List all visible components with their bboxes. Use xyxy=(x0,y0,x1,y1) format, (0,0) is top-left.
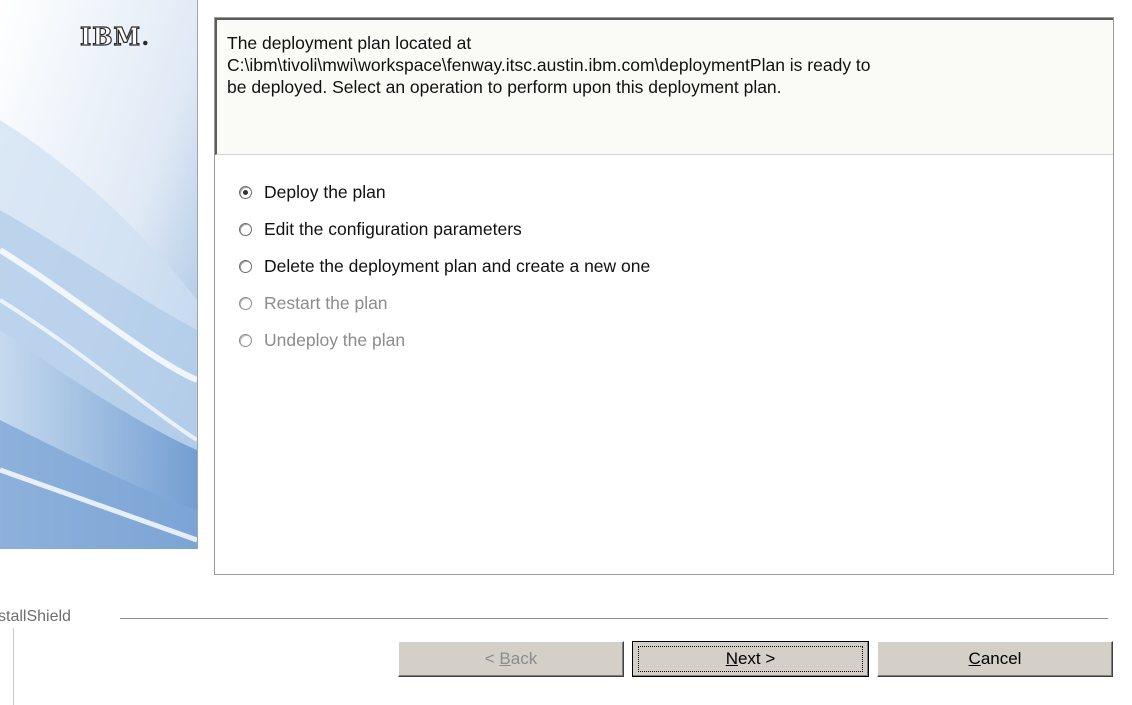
description-line-3: be deployed. Select an operation to perf… xyxy=(227,77,782,97)
option-label: Delete the deployment plan and create a … xyxy=(264,256,651,276)
installer-brand-label: stallShield xyxy=(0,608,77,626)
option-label: Restart the plan xyxy=(264,293,388,313)
option-label: Edit the configuration parameters xyxy=(264,219,522,239)
option-restart: Restart the plan xyxy=(239,285,650,322)
side-banner-graphic xyxy=(0,0,197,549)
next-button[interactable]: Next > xyxy=(632,641,869,677)
radio-button-selected-icon[interactable] xyxy=(239,186,252,199)
description-line-1: The deployment plan located at xyxy=(227,33,472,53)
option-delete-and-create[interactable]: Delete the deployment plan and create a … xyxy=(239,248,650,285)
option-undeploy: Undeploy the plan xyxy=(239,322,650,359)
content-panel: The deployment plan located at C:\ibm\ti… xyxy=(214,17,1114,575)
installer-brand-separator: stallShield xyxy=(0,608,1108,628)
operation-radio-group: Deploy the plan Edit the configuration p… xyxy=(239,174,650,359)
option-label: Undeploy the plan xyxy=(264,330,406,350)
description-line-2: C:\ibm\tivoli\mwi\workspace\fenway.itsc.… xyxy=(227,55,871,75)
cancel-button[interactable]: Cancel xyxy=(877,641,1113,677)
radio-button-disabled-icon xyxy=(239,334,252,347)
divider xyxy=(13,628,14,705)
back-button[interactable]: < Back xyxy=(398,641,624,677)
description-text: The deployment plan located at C:\ibm\ti… xyxy=(215,18,1113,155)
radio-button-disabled-icon xyxy=(239,297,252,310)
radio-button-icon[interactable] xyxy=(239,260,252,273)
separator-line xyxy=(120,618,1108,620)
side-banner: IBM. xyxy=(0,0,198,549)
radio-button-icon[interactable] xyxy=(239,223,252,236)
option-deploy[interactable]: Deploy the plan xyxy=(239,174,650,211)
ibm-logo: IBM. xyxy=(79,21,151,51)
option-label: Deploy the plan xyxy=(264,182,386,202)
option-edit-config[interactable]: Edit the configuration parameters xyxy=(239,211,650,248)
